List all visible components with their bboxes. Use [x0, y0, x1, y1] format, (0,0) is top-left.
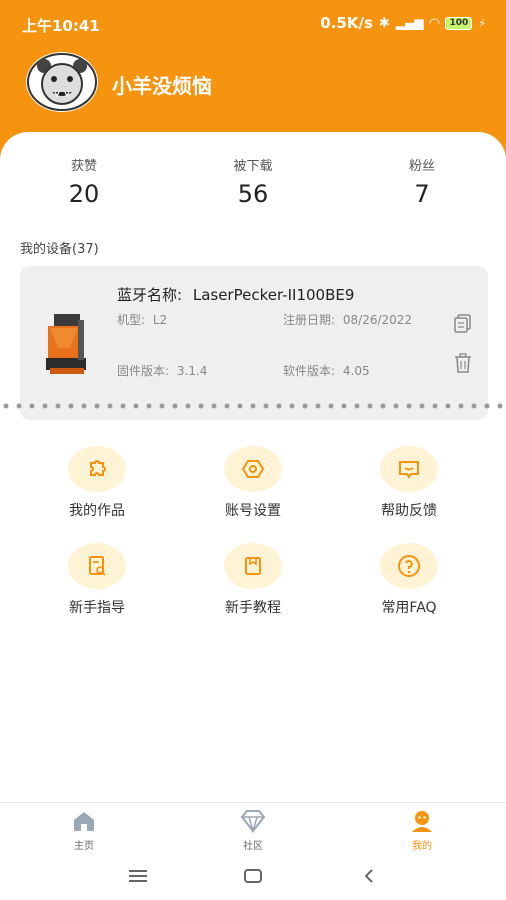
laser-engraver-image — [40, 306, 96, 378]
stat-likes[interactable]: 获赞 20 — [24, 155, 144, 208]
menu-label: 常用FAQ — [381, 600, 437, 616]
menu-label: 账号设置 — [225, 503, 281, 519]
network-speed: 0.5K/s — [320, 14, 373, 32]
faq-icon — [380, 543, 438, 589]
software-label: 软件版本: — [283, 364, 336, 378]
menu-help-feedback[interactable]: 帮助反馈 — [349, 446, 469, 520]
stat-label: 粉丝 — [408, 159, 435, 174]
avatar[interactable] — [26, 52, 98, 112]
menu-label: 新手指导 — [69, 600, 125, 616]
nav-community[interactable]: 社区 — [213, 809, 293, 852]
stat-downloads[interactable]: 被下载 56 — [193, 155, 313, 208]
settings-icon — [224, 446, 282, 492]
bluetooth-name-row: 蓝牙名称: LaserPecker-II100BE9 — [117, 284, 354, 305]
nav-label: 主页 — [74, 841, 94, 852]
back-icon[interactable] — [362, 868, 376, 884]
username: 小羊没烦恼 — [112, 74, 212, 98]
model-value: L2 — [152, 313, 168, 327]
profile-icon — [412, 811, 432, 832]
menu-account-settings[interactable]: 账号设置 — [193, 446, 313, 520]
tutorial-icon — [224, 543, 282, 589]
menu-faq[interactable]: 常用FAQ — [349, 543, 469, 617]
puzzle-icon — [68, 446, 126, 492]
bottom-nav: 主页 社区 我的 — [0, 802, 506, 855]
status-right: 0.5K/s ✱ ▂▄▆ ◠ 100 ⚡ — [320, 14, 486, 32]
menu-icon[interactable] — [128, 868, 148, 884]
diamond-icon — [240, 810, 266, 833]
firmware-label: 固件版本: — [117, 364, 170, 378]
menu-beginner-tutorial[interactable]: 新手教程 — [193, 543, 313, 617]
device-card[interactable]: 蓝牙名称: LaserPecker-II100BE9 机型: L2 注册日期: … — [20, 266, 488, 420]
bluetooth-name: LaserPecker-II100BE9 — [192, 286, 355, 304]
reg-date-value: 08/26/2022 — [342, 313, 413, 327]
menu-label: 帮助反馈 — [381, 503, 437, 519]
charging-icon: ⚡ — [478, 16, 486, 30]
guide-icon — [68, 543, 126, 589]
software-row: 软件版本: 4.05 — [283, 362, 370, 379]
nav-label: 社区 — [243, 841, 263, 852]
menu-label: 我的作品 — [69, 503, 125, 519]
menu-label: 新手教程 — [225, 600, 281, 616]
stat-label: 获赞 — [70, 159, 97, 174]
bluetooth-label: 蓝牙名称: — [117, 286, 183, 304]
signal-icon: ▂▄▆ — [395, 16, 424, 30]
status-time: 上午10:41 — [22, 17, 100, 35]
model-label: 机型: — [117, 313, 146, 327]
pager-dots — [3, 403, 503, 409]
bear-avatar-icon — [27, 53, 97, 111]
firmware-value: 3.1.4 — [176, 364, 208, 378]
software-value: 4.05 — [342, 364, 370, 378]
home-button-icon[interactable] — [243, 868, 263, 884]
reg-date-label: 注册日期: — [283, 313, 336, 327]
menu-beginner-guide[interactable]: 新手指导 — [37, 543, 157, 617]
wifi-icon: ◠ — [429, 15, 440, 31]
reg-date-row: 注册日期: 08/26/2022 — [283, 311, 412, 328]
system-nav-bar — [0, 854, 506, 900]
model-row: 机型: L2 — [117, 311, 167, 328]
devices-section-title: 我的设备(37) — [20, 242, 99, 257]
trash-icon[interactable] — [452, 352, 474, 374]
nav-home[interactable]: 主页 — [44, 809, 124, 852]
menu-my-works[interactable]: 我的作品 — [37, 446, 157, 520]
stat-value: 20 — [68, 180, 100, 208]
copy-icon[interactable] — [452, 312, 474, 334]
stat-label: 被下载 — [233, 159, 273, 174]
nav-label: 我的 — [412, 841, 432, 852]
stat-value: 56 — [237, 180, 269, 208]
bluetooth-icon: ✱ — [378, 15, 390, 31]
firmware-row: 固件版本: 3.1.4 — [117, 362, 207, 379]
battery-icon: 100 — [445, 16, 473, 30]
nav-mine[interactable]: 我的 — [382, 809, 462, 852]
status-bar: 上午10:41 0.5K/s ✱ ▂▄▆ ◠ 100 ⚡ — [0, 0, 506, 48]
stat-value: 7 — [414, 180, 430, 208]
home-icon — [74, 812, 94, 831]
feedback-icon — [380, 446, 438, 492]
stat-followers[interactable]: 粉丝 7 — [362, 155, 482, 208]
